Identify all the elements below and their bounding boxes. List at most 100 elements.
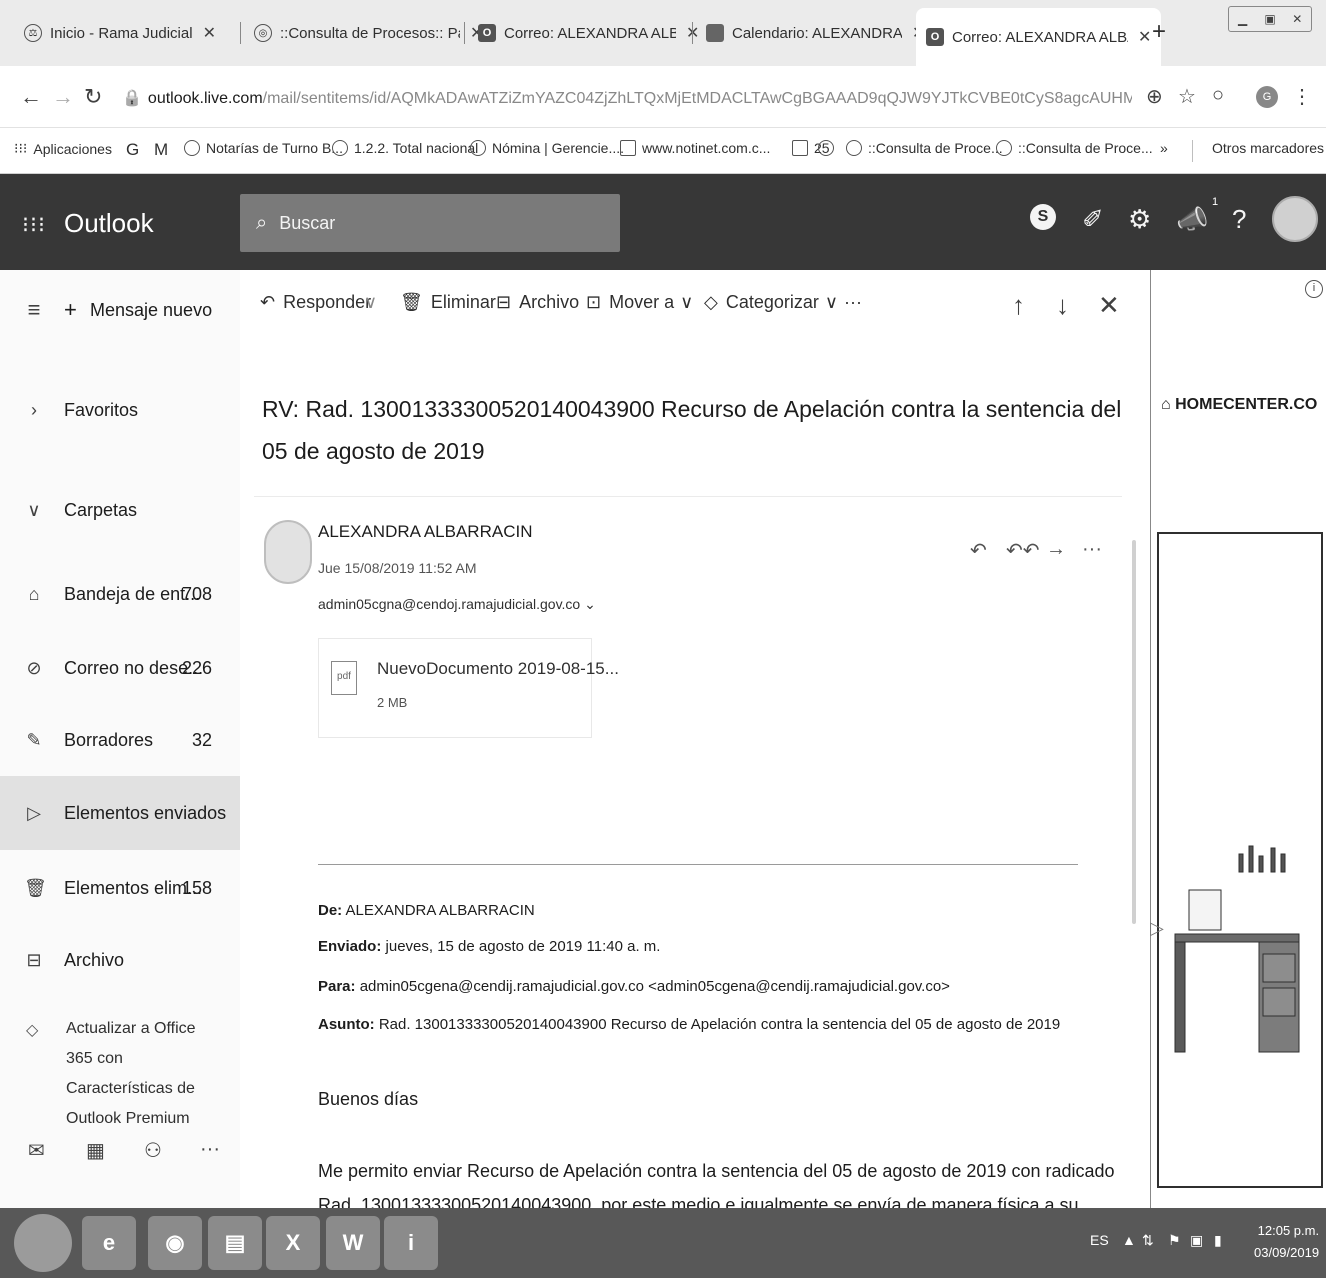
display-icon[interactable]: ▣	[1190, 1232, 1203, 1249]
more-actions-button[interactable]: ···	[844, 292, 862, 313]
my-day-icon[interactable]: ✐	[1082, 204, 1104, 235]
search-icon: ⌕	[256, 211, 268, 234]
bookmark-apps[interactable]: ⁝⁝⁝ Aplicaciones	[14, 140, 112, 157]
bookmark-globe[interactable]	[818, 140, 840, 156]
search-input[interactable]: ⌕ Buscar	[240, 194, 620, 252]
sender-avatar[interactable]	[264, 520, 312, 584]
file-explorer-icon[interactable]: ▤	[208, 1216, 262, 1270]
skype-icon[interactable]: S	[1030, 204, 1056, 230]
folders-group[interactable]: ∨ Carpetas	[0, 480, 240, 540]
folder-drafts[interactable]: ✎ Borradores 32	[0, 710, 240, 770]
extension-icon[interactable]: ○	[1212, 84, 1224, 107]
calendar-icon[interactable]: ▦	[86, 1138, 105, 1163]
outlook-brand[interactable]: Outlook	[64, 208, 154, 239]
ad-brand[interactable]: ⌂ HOMECENTER.CO	[1161, 396, 1317, 414]
tab-consulta-procesos[interactable]: ◎ ::Consulta de Procesos:: Página ✕	[244, 10, 493, 56]
attachment-card[interactable]: pdf NuevoDocumento 2019-08-15... 2 MB	[318, 638, 619, 738]
network-icon[interactable]: ⇅	[1142, 1232, 1154, 1249]
reply-all-icon[interactable]: ↶↶	[1006, 538, 1040, 563]
tab-inicio-rama-judicial[interactable]: ⚖ Inicio - Rama Judicial ✕	[14, 10, 226, 56]
bookmark-nomina[interactable]: Nómina | Gerencie....	[470, 140, 624, 156]
scrollbar[interactable]	[1132, 540, 1136, 924]
excel-icon[interactable]: X	[266, 1216, 320, 1270]
forward-arrow-icon[interactable]: →	[52, 84, 74, 110]
hamburger-icon[interactable]: ≡	[24, 297, 44, 323]
megaphone-icon[interactable]: 📣	[1176, 204, 1208, 235]
folder-archive[interactable]: ⊟ Archivo	[0, 930, 240, 990]
folder-sent[interactable]: ▷ Elementos enviados	[0, 776, 240, 850]
info-icon[interactable]: i	[1305, 280, 1323, 298]
folder-junk[interactable]: ⊘ Correo no dese... 226	[0, 638, 240, 698]
categorize-button[interactable]: ◇ Categorizar ∨	[704, 292, 838, 313]
close-window-button[interactable]: ✕	[1284, 7, 1311, 31]
up-arrow-icon[interactable]: ↑	[1012, 290, 1025, 321]
url-field[interactable]: 🔒 outlook.live.com/mail/sentitems/id/AQMk…	[122, 88, 1132, 108]
internet-explorer-icon[interactable]: e	[82, 1216, 136, 1270]
zoom-icon[interactable]: ⊕	[1146, 84, 1163, 109]
move-to-button[interactable]: ⊡ Mover a ∨	[586, 292, 693, 313]
help-icon[interactable]: ?	[1232, 204, 1246, 235]
bookmark-total-nacional[interactable]: 1.2.2. Total nacional	[332, 140, 478, 156]
info-app-icon[interactable]: i	[384, 1216, 438, 1270]
more-bookmarks-button[interactable]: »	[1160, 140, 1168, 156]
tray-expand-icon[interactable]: ▲	[1122, 1232, 1136, 1248]
reload-icon[interactable]: ↻	[84, 84, 102, 110]
pencil-icon: ✎	[26, 729, 42, 750]
item-count: 32	[191, 729, 212, 750]
down-arrow-icon[interactable]: ↓	[1056, 290, 1069, 321]
maximize-button[interactable]: ▣	[1256, 7, 1283, 31]
folder-inbox[interactable]: ⌂ Bandeja de ent... 708	[0, 564, 240, 624]
bookmark-consulta-2[interactable]: ::Consulta de Proce...	[996, 140, 1153, 156]
upgrade-link[interactable]: Actualizar a Office 365 con Característi…	[66, 1014, 226, 1134]
bookmark-notarias[interactable]: Notarías de Turno B...	[184, 140, 343, 156]
close-tab-icon[interactable]: ✕	[203, 23, 216, 43]
bookmark-icon	[792, 140, 808, 156]
sender-name[interactable]: ALEXANDRA ALBARRACIN	[318, 522, 532, 542]
people-icon[interactable]: ⚇	[144, 1138, 162, 1163]
close-icon[interactable]: ✕	[1098, 290, 1120, 321]
flag-icon[interactable]: ⚑	[1168, 1232, 1181, 1249]
bookmark-gmail[interactable]: M	[154, 140, 168, 160]
new-message-button[interactable]: ≡ + Mensaje nuevo	[0, 280, 240, 340]
message-recipient[interactable]: admin05cgna@cendoj.ramajudicial.gov.co ⌄	[318, 596, 596, 613]
start-button[interactable]	[14, 1214, 72, 1272]
signal-icon[interactable]: ▮	[1214, 1232, 1222, 1249]
bookmark-google[interactable]: G	[126, 140, 139, 160]
ad-banner[interactable]	[1157, 532, 1323, 1188]
close-tab-icon[interactable]: ✕	[1138, 27, 1151, 47]
new-tab-button[interactable]: +	[1152, 18, 1166, 46]
app-launcher-icon[interactable]: ⁝⁝⁝	[22, 212, 46, 238]
star-icon[interactable]: ☆	[1178, 84, 1196, 109]
attachment-size: 2 MB	[377, 695, 408, 710]
chrome-icon[interactable]: ◉	[148, 1216, 202, 1270]
reply-button[interactable]: ↶ Responder	[260, 292, 371, 313]
folder-deleted[interactable]: 🗑 Elementos elim... 158	[0, 858, 240, 918]
more-message-actions[interactable]: ···	[1082, 538, 1102, 561]
bookmark-consulta-1[interactable]: ::Consulta de Proce...	[846, 140, 1003, 156]
tab-calendario[interactable]: Calendario: ALEXANDRA ALBAR ✕	[696, 10, 935, 56]
language-indicator[interactable]: ES	[1090, 1232, 1109, 1248]
play-icon[interactable]: ▷	[1150, 918, 1164, 939]
kebab-menu-icon[interactable]: ⋮	[1292, 84, 1312, 109]
bookmark-notinet[interactable]: www.notinet.com.c...	[620, 140, 770, 156]
mail-icon[interactable]: ✉	[28, 1138, 45, 1163]
more-apps-button[interactable]: ···	[200, 1138, 220, 1161]
url-host: outlook.live.com	[147, 90, 263, 107]
favorites-group[interactable]: › Favoritos	[0, 380, 240, 440]
word-icon[interactable]: W	[326, 1216, 380, 1270]
tab-separator	[692, 22, 693, 44]
back-arrow-icon[interactable]: ←	[20, 84, 42, 110]
reply-icon[interactable]: ↶	[970, 538, 987, 563]
reply-dropdown[interactable]: ∨	[364, 292, 377, 313]
profile-avatar[interactable]: G	[1256, 86, 1278, 108]
tab-correo-1[interactable]: O Correo: ALEXANDRA ALBARRA ✕	[468, 10, 709, 56]
system-clock[interactable]: 12:05 p.m. 03/09/2019	[1254, 1220, 1319, 1264]
tab-correo-active[interactable]: O Correo: ALEXANDRA ALBARRA ✕	[916, 8, 1162, 66]
minimize-button[interactable]: ▁	[1229, 7, 1256, 31]
account-avatar[interactable]	[1272, 196, 1318, 242]
gear-icon[interactable]: ⚙	[1128, 204, 1151, 235]
archive-button[interactable]: ⊟ Archivo	[496, 292, 579, 313]
forward-icon[interactable]: →	[1046, 538, 1066, 561]
delete-button[interactable]: 🗑 Eliminar	[400, 292, 496, 313]
other-bookmarks[interactable]: Otros marcadores	[1212, 140, 1324, 156]
